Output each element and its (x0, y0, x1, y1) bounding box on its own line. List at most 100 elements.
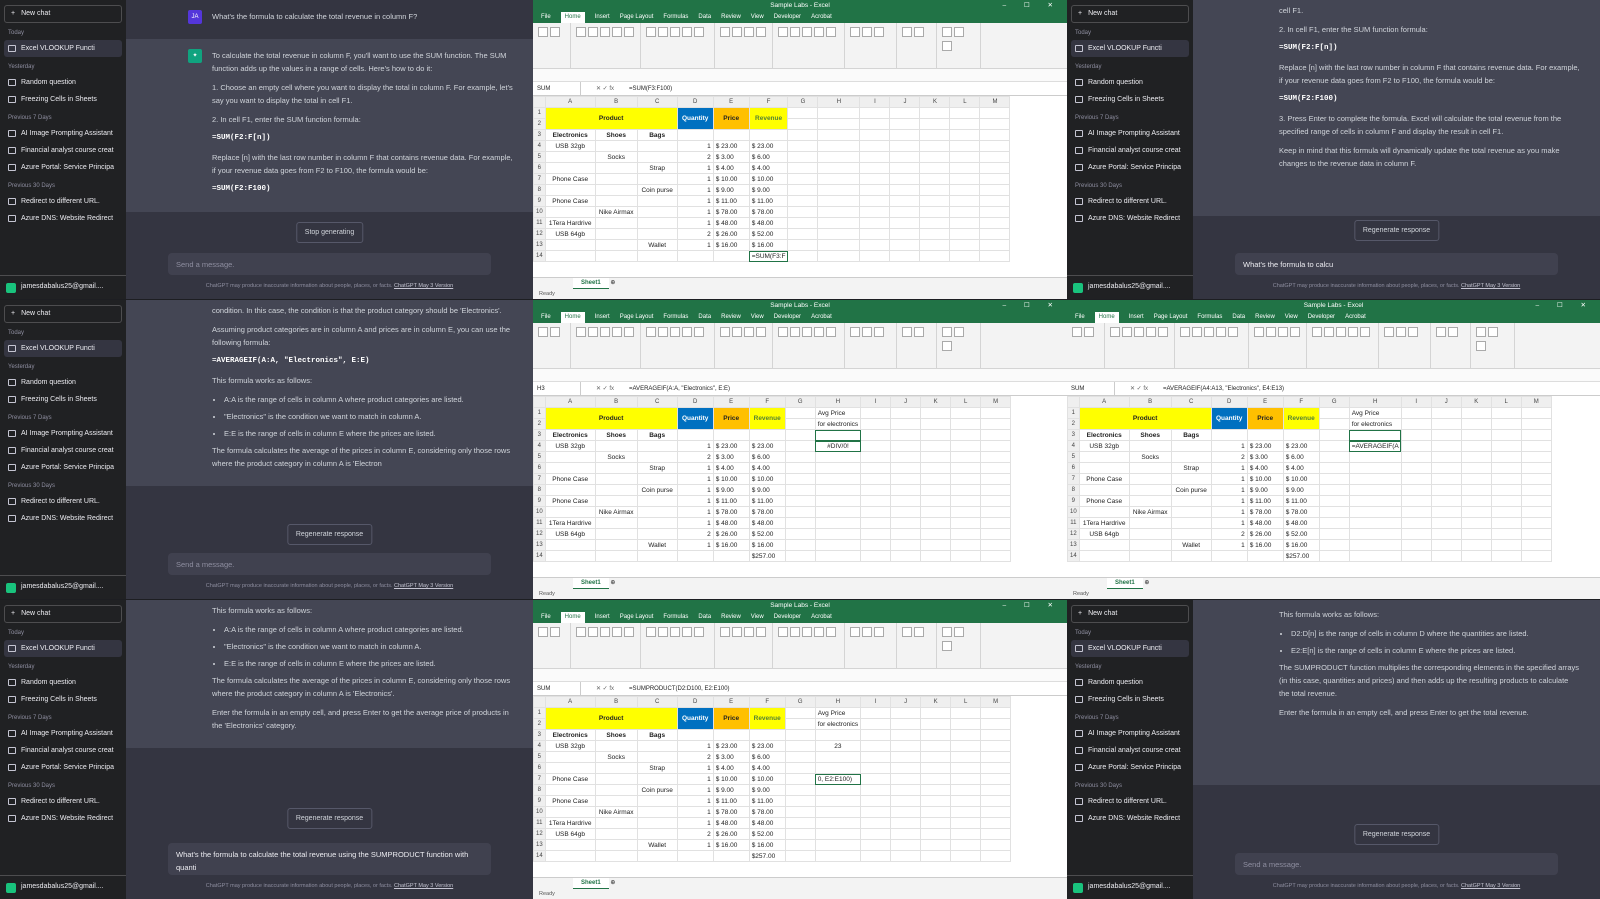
column-header[interactable]: M (979, 96, 1011, 108)
data-cell[interactable] (594, 539, 638, 551)
row-header[interactable]: 12 (1067, 528, 1080, 540)
row-header[interactable]: 2 (533, 418, 546, 430)
column-header[interactable]: L (1490, 396, 1522, 408)
data-cell[interactable] (1128, 539, 1172, 551)
data-cell[interactable] (1128, 495, 1172, 507)
tab-review[interactable]: Review (721, 12, 741, 23)
revenue-cell[interactable]: $ 4.00 (1282, 462, 1320, 474)
ribbon-button[interactable] (778, 327, 788, 337)
data-cell[interactable]: Nike Airmax (1128, 506, 1172, 518)
tab-home[interactable]: Home (560, 612, 585, 623)
data-cell[interactable] (1170, 473, 1212, 485)
row-header[interactable]: 3 (533, 429, 546, 441)
row-header[interactable]: 13 (533, 539, 546, 551)
sheet-cell[interactable] (814, 506, 862, 518)
fx-icon[interactable]: ✕ ✓ fx (581, 385, 629, 392)
window-controls[interactable]: – ☐ ✕ (1002, 600, 1061, 612)
quantity-cell[interactable]: 2 (676, 451, 714, 463)
data-cell[interactable] (1170, 495, 1212, 507)
ribbon-button[interactable] (778, 27, 788, 37)
price-cell[interactable]: $ 3.00 (1246, 451, 1284, 463)
user-menu[interactable]: jamesdabalus25@gmail.... (1067, 875, 1193, 899)
ribbon-button[interactable] (914, 27, 924, 37)
ribbon-button[interactable] (942, 341, 952, 351)
revenue-cell[interactable]: $ 6.00 (1282, 451, 1320, 463)
version-link[interactable]: ChatGPT May 3 Version (394, 283, 453, 289)
data-cell[interactable]: Strap (636, 762, 678, 774)
data-cell[interactable] (594, 828, 638, 840)
tab-home[interactable]: Home (1094, 312, 1119, 323)
ribbon-button[interactable] (862, 27, 872, 37)
column-header[interactable]: K (920, 396, 952, 408)
message-input[interactable]: Send a message. (168, 553, 491, 575)
data-cell[interactable] (594, 440, 638, 452)
ribbon-button[interactable] (624, 327, 634, 337)
category-header[interactable]: Shoes (594, 729, 638, 741)
tab-insert[interactable]: Insert (595, 312, 610, 323)
quantity-cell[interactable]: 1 (676, 839, 714, 851)
sheet-cell[interactable]: #DIV/0! (814, 440, 862, 452)
data-cell[interactable] (544, 762, 596, 774)
data-cell[interactable] (636, 140, 678, 152)
column-header[interactable]: L (950, 696, 982, 708)
data-cell[interactable]: Phone Case (544, 173, 596, 185)
revenue-cell[interactable]: $ 23.00 (748, 440, 786, 452)
row-header[interactable]: 1 (533, 707, 546, 719)
sheet-cell[interactable] (814, 539, 862, 551)
data-cell[interactable]: Wallet (636, 839, 678, 851)
data-cell[interactable] (594, 462, 638, 474)
message-input[interactable]: Send a message. (168, 253, 491, 275)
product-header[interactable]: Product (1078, 407, 1212, 430)
price-cell[interactable]: $ 11.00 (712, 795, 750, 807)
ribbon-button[interactable] (942, 641, 952, 651)
quantity-cell[interactable]: 1 (676, 184, 714, 196)
quantity-cell[interactable]: 1 (676, 440, 714, 452)
avg-label[interactable]: for electronics (814, 418, 862, 430)
data-cell[interactable] (594, 495, 638, 507)
column-header[interactable]: G (784, 396, 816, 408)
ribbon-button[interactable] (802, 27, 812, 37)
ribbon-button[interactable] (682, 327, 692, 337)
row-header[interactable]: 6 (533, 162, 546, 174)
quantity-cell[interactable]: 1 (676, 206, 714, 218)
quantity-cell[interactable]: 1 (676, 495, 714, 507)
tab-view[interactable]: View (1285, 312, 1298, 323)
ribbon-button[interactable] (814, 327, 824, 337)
price-header[interactable]: Price (712, 407, 750, 430)
data-cell[interactable] (1170, 528, 1212, 540)
ribbon-button[interactable] (550, 27, 560, 37)
ribbon-button[interactable] (732, 327, 742, 337)
ribbon-button[interactable] (1348, 327, 1358, 337)
data-cell[interactable]: Phone Case (544, 795, 596, 807)
row-header[interactable]: 13 (533, 239, 546, 251)
data-cell[interactable] (636, 151, 678, 163)
price-cell[interactable]: $ 48.00 (1246, 517, 1284, 529)
ribbon-button[interactable] (550, 327, 560, 337)
tab-data[interactable]: Data (698, 12, 711, 23)
ribbon-button[interactable] (1336, 327, 1346, 337)
price-cell[interactable]: $ 16.00 (712, 539, 750, 551)
quantity-cell[interactable]: 2 (676, 751, 714, 763)
data-cell[interactable] (594, 773, 638, 785)
revenue-cell[interactable]: $ 78.00 (748, 806, 786, 818)
sheet-cell[interactable] (784, 707, 816, 719)
chat-history-item[interactable]: Financial analyst course creat (4, 442, 122, 459)
ribbon-button[interactable] (550, 627, 560, 637)
chat-history-item[interactable]: Freezing Cells in Sheets (4, 91, 122, 108)
column-header[interactable]: F (748, 396, 786, 408)
quantity-cell[interactable]: 1 (676, 217, 714, 229)
add-sheet-icon[interactable]: ⊕ (610, 880, 615, 886)
revenue-cell[interactable]: $ 11.00 (748, 495, 786, 507)
chat-history-item[interactable]: Financial analyst course creat (1071, 142, 1189, 159)
data-cell[interactable] (594, 817, 638, 829)
column-header[interactable]: J (1430, 396, 1462, 408)
sheet-cell[interactable] (1348, 473, 1402, 485)
quantity-cell[interactable]: 1 (676, 795, 714, 807)
row-header[interactable]: 14 (533, 250, 546, 262)
data-cell[interactable]: Phone Case (544, 495, 596, 507)
data-cell[interactable] (636, 751, 678, 763)
quantity-cell[interactable]: 1 (676, 462, 714, 474)
tab-developer[interactable]: Developer (774, 612, 801, 623)
data-cell[interactable] (544, 462, 596, 474)
ribbon-button[interactable] (612, 627, 622, 637)
